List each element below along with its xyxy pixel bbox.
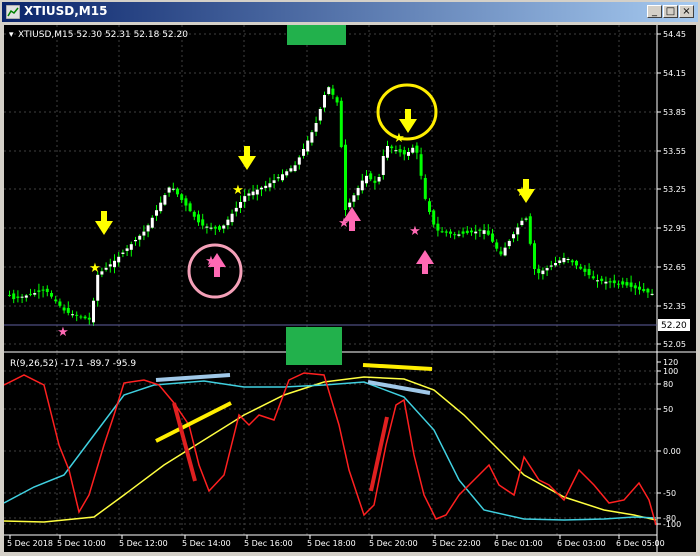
price-header: XTIUSD,M15 52.30 52.31 52.18 52.20	[18, 30, 188, 40]
time-axis-label: 5 Dec 20:00	[369, 539, 418, 548]
highlight-box-top	[287, 10, 346, 45]
down-arrow-icon	[399, 109, 417, 133]
indicator-scale-label: -100	[663, 520, 681, 529]
price-scale-label: 54.15	[663, 69, 686, 78]
price-scale: 54.45 54.15 53.85 53.55 53.25 52.95 52.65 52.35…	[657, 30, 686, 349]
time-axis: 5 Dec 2018 5 Dec 10:00 5 Dec 12:00 5 Dec 14…	[4, 534, 665, 548]
price-scale-label: 52.35	[663, 302, 686, 311]
price-scale-label: 53.55	[663, 147, 686, 156]
indicator-scale-label: 80	[663, 380, 673, 389]
close-icon: ×	[682, 6, 691, 17]
terminal-window: XTIUSD,M15 _ □ × ★ ★ ★ ★ ★ ★ ★ ★	[0, 0, 700, 555]
down-arrow-icon	[238, 146, 256, 170]
chart-area[interactable]: ★ ★ ★ ★ ★ ★ ★ ★	[3, 10, 696, 552]
time-axis-label: 6 Dec 03:00	[557, 539, 606, 548]
time-axis-label: 5 Dec 16:00	[244, 539, 293, 548]
minimize-icon: _	[652, 6, 657, 17]
highlight-box-bottom	[286, 327, 342, 365]
indicator-scale-label: 50	[663, 405, 673, 414]
time-axis-label: 5 Dec 22:00	[432, 539, 481, 548]
time-axis-label: 5 Dec 2018	[7, 539, 53, 548]
time-axis-label: 6 Dec 05:00	[616, 539, 665, 548]
chart-menu-icon[interactable]: ▾	[9, 30, 14, 40]
time-axis-label: 6 Dec 01:00	[494, 539, 543, 548]
annotation-stroke	[362, 363, 433, 371]
star-icon: ★	[89, 261, 101, 276]
price-scale-label: 54.45	[663, 30, 686, 39]
annotation-stroke	[172, 402, 197, 482]
indicator-line-slow	[3, 376, 657, 523]
title-bar: XTIUSD,M15 _ □ ×	[2, 2, 698, 22]
indicator-scale-label: 0.00	[663, 447, 681, 456]
annotation-stroke	[155, 373, 231, 382]
price-scale-label: 53.25	[663, 185, 686, 194]
close-button[interactable]: ×	[679, 5, 694, 18]
current-price-label: 52.20	[661, 321, 687, 331]
price-scale-label: 52.95	[663, 224, 686, 233]
indicator-scale-label: 100	[663, 367, 678, 376]
star-icon: ★	[57, 325, 69, 340]
time-axis-label: 5 Dec 18:00	[307, 539, 356, 548]
chart-canvas[interactable]: ★ ★ ★ ★ ★ ★ ★ ★	[3, 10, 696, 552]
indicator-scale: 12010080500.00-50-80-100	[657, 358, 681, 529]
star-icon: ★	[232, 183, 244, 198]
price-scale-label: 52.05	[663, 340, 686, 349]
star-icon: ★	[393, 131, 405, 146]
price-scale-label: 52.65	[663, 263, 686, 272]
indicator-header: R(9,26,52) -17.1 -89.7 -95.9	[10, 359, 136, 369]
maximize-button[interactable]: □	[663, 5, 678, 18]
grid	[4, 25, 657, 535]
minimize-button[interactable]: _	[647, 5, 662, 18]
star-icon: ★	[409, 224, 421, 239]
time-axis-label: 5 Dec 12:00	[119, 539, 168, 548]
window-title: XTIUSD,M15	[24, 4, 108, 18]
window-icon	[6, 5, 20, 19]
price-scale-label: 53.85	[663, 108, 686, 117]
time-axis-label: 5 Dec 10:00	[57, 539, 106, 548]
maximize-icon: □	[665, 6, 676, 17]
indicator-scale-label: 120	[663, 358, 678, 367]
down-arrow-icon	[95, 211, 113, 235]
time-axis-label: 5 Dec 14:00	[182, 539, 231, 548]
up-arrow-icon	[416, 250, 434, 274]
indicator-scale-label: -50	[663, 489, 676, 498]
indicator-line-fast	[3, 372, 657, 526]
annotation-stroke	[155, 401, 232, 443]
